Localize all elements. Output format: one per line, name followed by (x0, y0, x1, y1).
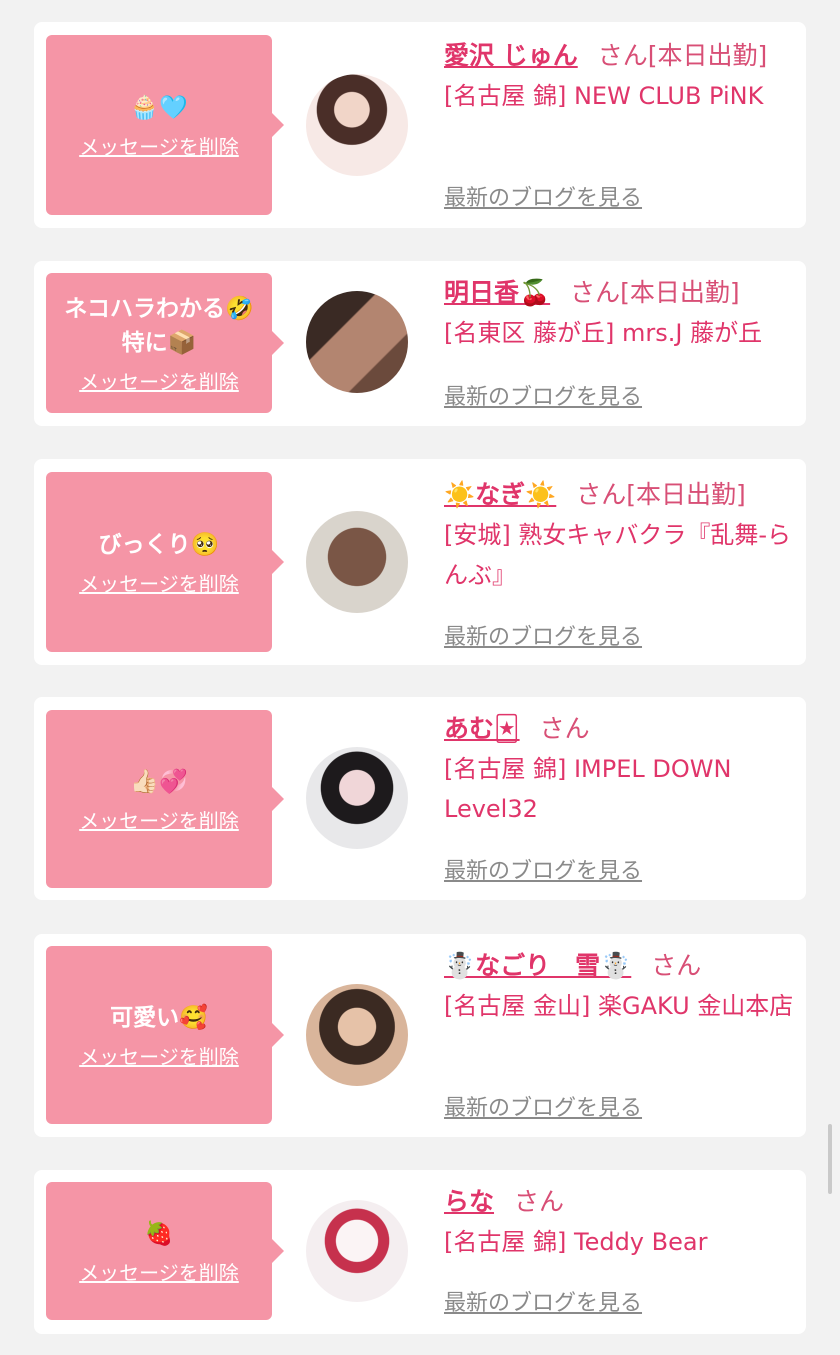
delete-message-link[interactable]: メッセージを削除 (79, 1041, 239, 1070)
latest-blog-link[interactable]: 最新のブログを見る (444, 619, 642, 651)
message-card: びっくり🥺 メッセージを削除 ☀️なぎ☀️ さん[本日出勤] [安城] 熟女キャバ… (34, 459, 806, 665)
shop-name: [安城] 熟女キャバクラ『乱舞-らんぶ』 (444, 521, 792, 589)
latest-blog-link[interactable]: 最新のブログを見る (444, 1285, 642, 1317)
profile-info: らな さん [名古屋 錦] Teddy Bear 最新のブログを見る (444, 1182, 796, 1322)
status-badge: [本日出勤] (626, 480, 746, 509)
honorific: さん (514, 1187, 565, 1216)
shop-name: [名東区 藤が丘] mrs.J 藤が丘 (444, 319, 763, 347)
status-badge: [本日出勤] (620, 278, 740, 307)
delete-message-link[interactable]: メッセージを削除 (79, 1257, 239, 1286)
honorific: さん (539, 714, 590, 743)
honorific: さん (597, 41, 648, 70)
message-card: 🍓 メッセージを削除 らな さん [名古屋 錦] Teddy Bear 最新のブロ… (34, 1170, 806, 1334)
latest-blog-link[interactable]: 最新のブログを見る (444, 180, 642, 212)
message-list: 🧁🩵 メッセージを削除 愛沢 じゅん さん[本日出勤] [名古屋 錦] NEW C… (0, 0, 840, 1355)
delete-message-link[interactable]: メッセージを削除 (79, 805, 239, 834)
avatar[interactable] (306, 984, 408, 1086)
cast-name-link[interactable]: ☀️なぎ☀️ (444, 480, 556, 509)
profile-info: あむ🃏 さん [名古屋 錦] IMPEL DOWN Level32 最新のブログを… (444, 709, 796, 889)
message-text: 🧁🩵 (130, 94, 188, 121)
latest-blog-link[interactable]: 最新のブログを見る (444, 379, 642, 411)
avatar[interactable] (306, 1200, 408, 1302)
message-card: 👍🏻💞 メッセージを削除 あむ🃏 さん [名古屋 錦] IMPEL DOWN Le… (34, 697, 806, 900)
cast-name-link[interactable]: 愛沢 じゅん (444, 41, 578, 70)
profile-info: 愛沢 じゅん さん[本日出勤] [名古屋 錦] NEW CLUB PiNK 最新の… (444, 36, 796, 216)
profile-info: 明日香🍒 さん[本日出勤] [名東区 藤が丘] mrs.J 藤が丘 最新のブログを… (444, 273, 796, 413)
message-bubble: びっくり🥺 メッセージを削除 (46, 472, 284, 652)
profile-info: ☀️なぎ☀️ さん[本日出勤] [安城] 熟女キャバクラ『乱舞-らんぶ』 最新のブ… (444, 475, 796, 655)
avatar[interactable] (306, 747, 408, 849)
status-badge: [本日出勤] (647, 41, 768, 70)
shop-name: [名古屋 錦] NEW CLUB PiNK (444, 82, 764, 110)
message-card: ネコハラわかる🤣 特に📦 メッセージを削除 明日香🍒 さん[本日出勤] [名東区 … (34, 261, 806, 426)
shop-name: [名古屋 錦] Teddy Bear (444, 1228, 708, 1256)
honorific: さん (651, 951, 702, 980)
message-card: 可愛い🥰 メッセージを削除 ☃️なごり 雪☃️ さん [名古屋 金山] 楽GAKU… (34, 934, 806, 1137)
message-card: 🧁🩵 メッセージを削除 愛沢 じゅん さん[本日出勤] [名古屋 錦] NEW C… (34, 22, 806, 228)
avatar[interactable] (306, 74, 408, 176)
message-text: ネコハラわかる🤣 特に📦 (64, 295, 254, 356)
cast-name-link[interactable]: らな (444, 1187, 494, 1216)
message-text: びっくり🥺 (98, 531, 220, 558)
delete-message-link[interactable]: メッセージを削除 (79, 568, 239, 597)
honorific: さん (576, 480, 627, 509)
shop-name: [名古屋 金山] 楽GAKU 金山本店 (444, 992, 794, 1020)
message-bubble: ネコハラわかる🤣 特に📦 メッセージを削除 (46, 273, 284, 413)
cast-name-link[interactable]: ☃️なごり 雪☃️ (444, 951, 631, 980)
message-text: 🍓 (144, 1220, 174, 1247)
delete-message-link[interactable]: メッセージを削除 (79, 366, 239, 395)
message-text: 👍🏻💞 (130, 768, 188, 795)
message-bubble: 可愛い🥰 メッセージを削除 (46, 946, 284, 1124)
latest-blog-link[interactable]: 最新のブログを見る (444, 853, 642, 885)
message-bubble: 🍓 メッセージを削除 (46, 1182, 284, 1320)
message-bubble: 👍🏻💞 メッセージを削除 (46, 710, 284, 888)
cast-name-link[interactable]: 明日香🍒 (444, 278, 550, 307)
cast-name-link[interactable]: あむ🃏 (444, 714, 520, 743)
avatar[interactable] (306, 511, 408, 613)
shop-name: [名古屋 錦] IMPEL DOWN Level32 (444, 755, 732, 823)
message-bubble: 🧁🩵 メッセージを削除 (46, 35, 284, 215)
latest-blog-link[interactable]: 最新のブログを見る (444, 1090, 642, 1122)
honorific: さん (570, 278, 621, 307)
delete-message-link[interactable]: メッセージを削除 (79, 131, 239, 160)
avatar[interactable] (306, 291, 408, 393)
message-text: 可愛い🥰 (110, 1004, 208, 1031)
scrollbar[interactable] (828, 1124, 832, 1194)
profile-info: ☃️なごり 雪☃️ さん [名古屋 金山] 楽GAKU 金山本店 最新のブログを見… (444, 946, 796, 1126)
